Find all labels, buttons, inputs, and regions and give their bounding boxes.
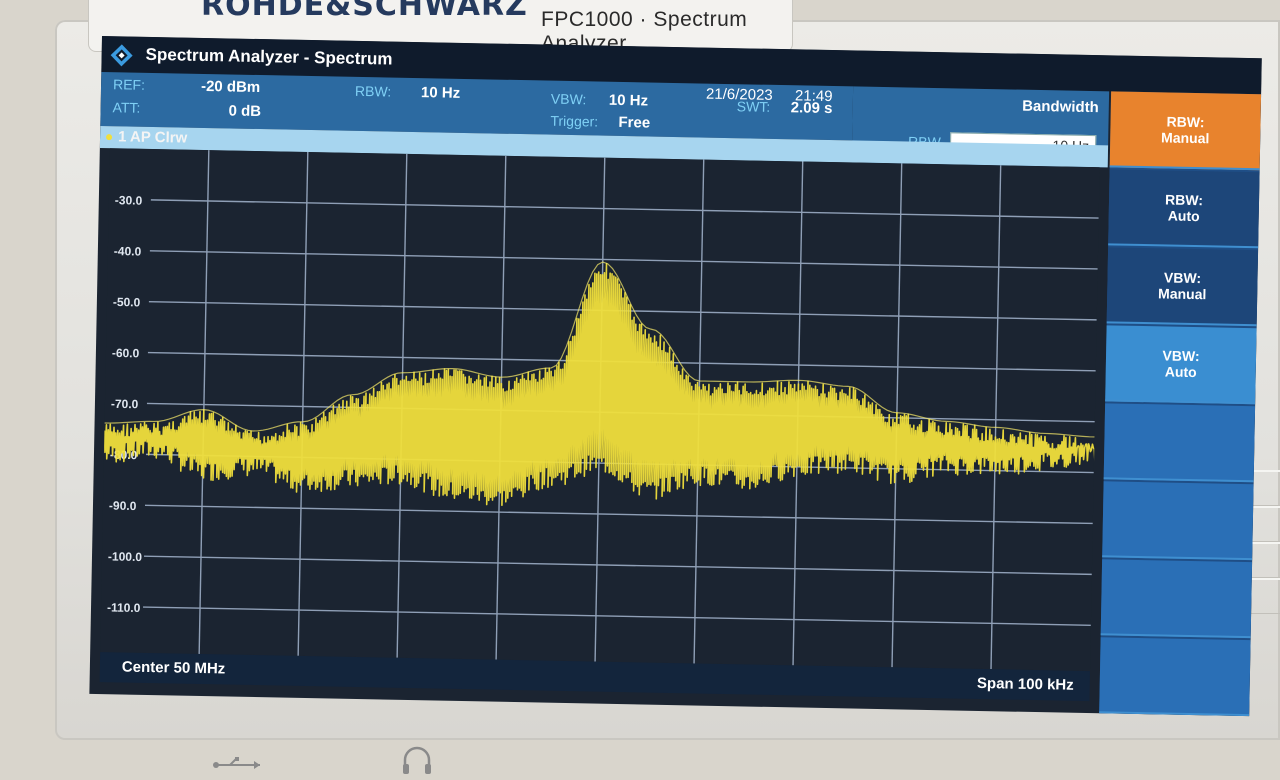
softkey-line2: Manual: [1160, 129, 1210, 147]
att-label: ATT:: [112, 99, 141, 116]
rbw-label: RBW:: [354, 82, 392, 100]
headphones-icon: [403, 746, 431, 774]
analyzer-screen: Spectrum Analyzer - Spectrum 21/6/2023 2…: [89, 36, 1262, 717]
softkey-line1: RBW:: [1164, 191, 1204, 209]
trace-indicator-icon: [106, 134, 113, 141]
y-tick-label: -50.0: [113, 295, 141, 310]
swt-label: SWT:: [736, 98, 771, 115]
brand-logo: ROHDE&SCHWARZ: [201, 0, 528, 23]
trigger-value: Free: [618, 113, 651, 132]
center-frequency: Center 50 MHz: [121, 658, 226, 678]
softkey-rbw-manual[interactable]: RBW: Manual: [1109, 91, 1262, 171]
y-tick-label: -110.0: [107, 600, 141, 615]
rbw-value: 10 Hz: [420, 84, 461, 102]
y-tick-label: -40.0: [114, 244, 142, 259]
y-tick-label: -90.0: [109, 499, 137, 514]
frequency-span: Span 100 kHz: [976, 674, 1074, 694]
softkey-blank-4[interactable]: [1103, 403, 1256, 483]
softkey-rbw-auto[interactable]: RBW: Auto: [1108, 169, 1260, 249]
ref-label: REF:: [112, 76, 146, 93]
rs-diamond-icon[interactable]: [109, 43, 133, 67]
softkey-blank-5[interactable]: [1102, 481, 1254, 561]
softkey-vbw-auto[interactable]: VBW: Auto: [1105, 325, 1257, 405]
softkey-line2: Auto: [1167, 207, 1200, 225]
y-tick-label: -30.0: [115, 193, 143, 208]
trigger-label: Trigger:: [550, 112, 599, 130]
softkey-vbw-manual[interactable]: VBW: Manual: [1106, 247, 1259, 327]
softkey-line1: VBW:: [1163, 269, 1202, 287]
softkey-line2: Auto: [1164, 363, 1197, 381]
att-value: 0 dB: [228, 102, 262, 121]
vbw-value: 10 Hz: [608, 91, 649, 110]
bandwidth-title: Bandwidth: [1022, 97, 1099, 117]
spectrum-plot[interactable]: -30.0-40.0-50.0-60.0-70.0-80.0-90.0-100.…: [100, 148, 1100, 672]
y-tick-label: -70.0: [111, 397, 139, 412]
y-tick-label: -100.0: [108, 549, 143, 564]
ref-value: -20 dBm: [200, 77, 261, 97]
softkey-column: RBW: Manual RBW: Auto VBW: Manual VBW: Auto: [1099, 91, 1262, 717]
app-title: Spectrum Analyzer - Spectrum: [145, 44, 393, 69]
y-tick-label: -60.0: [112, 346, 140, 361]
vbw-label: VBW:: [550, 90, 587, 108]
trace-label[interactable]: 1 AP Clrw: [118, 128, 188, 146]
softkey-blank-6[interactable]: [1100, 559, 1253, 639]
swt-value: 2.09 s: [790, 99, 833, 118]
softkey-blank-7[interactable]: [1099, 637, 1251, 717]
softkey-line2: Manual: [1157, 285, 1207, 303]
softkey-line1: RBW:: [1166, 113, 1205, 131]
softkey-line1: VBW:: [1162, 347, 1200, 365]
usb-icon: [213, 757, 260, 769]
